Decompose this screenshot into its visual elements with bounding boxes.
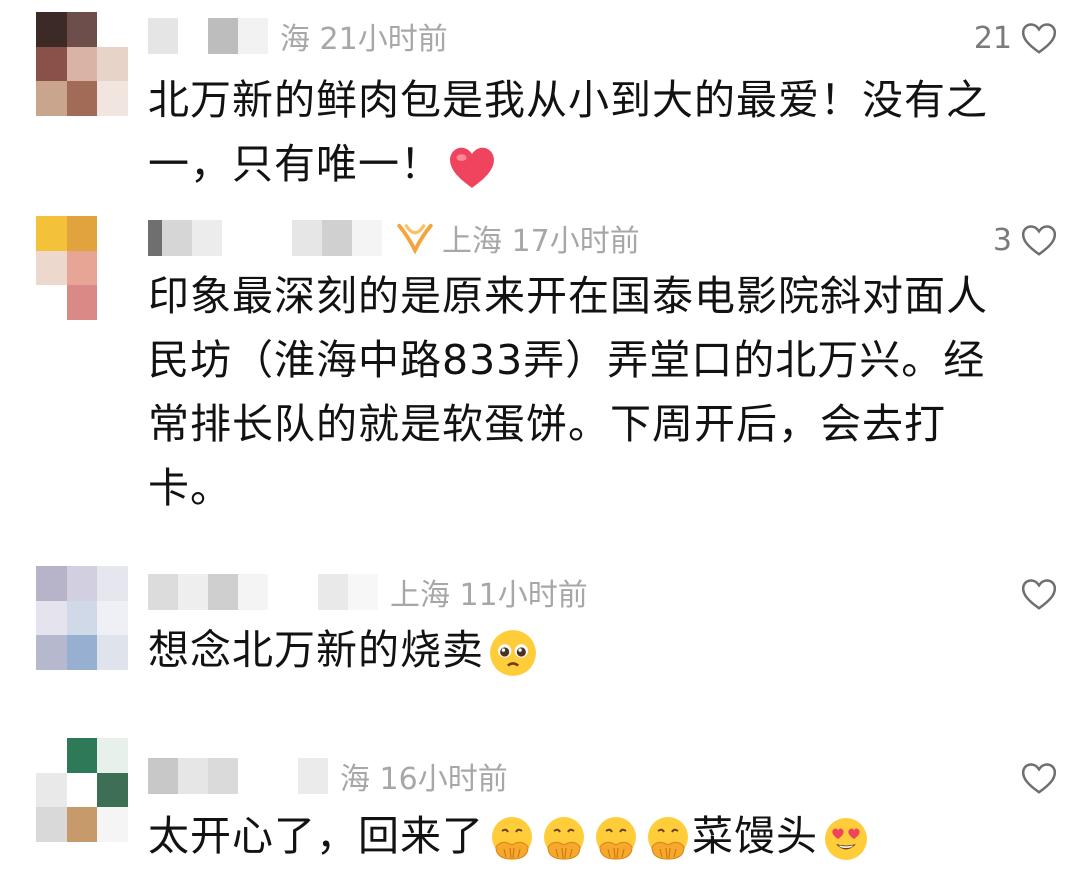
- comment-location-time: 海 16小时前: [340, 762, 508, 797]
- like-button[interactable]: [1012, 572, 1058, 616]
- comment-line-wrap: 一，只有唯一！: [148, 132, 1038, 196]
- comment-line: 印象最深刻的是原来开在国泰电影院斜对面人: [148, 272, 988, 320]
- red-heart-emoji-icon: [450, 147, 494, 188]
- comment-line-wrap: 想念北万新的烧卖: [148, 618, 1038, 682]
- username-mosaic[interactable]: [148, 758, 328, 794]
- heart-outline-icon[interactable]: [1020, 222, 1058, 258]
- comment-line: 卡。: [148, 464, 232, 512]
- comment-line: 一，只有唯一！: [148, 140, 442, 188]
- username-mosaic[interactable]: [148, 220, 382, 256]
- like-button[interactable]: 3: [993, 218, 1058, 262]
- username-mosaic[interactable]: [148, 574, 378, 610]
- comment-line: 常排长队的就是软蛋饼。下周开后，会去打: [148, 400, 946, 448]
- comment-line: 太开心了，回来了: [148, 812, 484, 860]
- hands-over-mouth-emoji-icon: [596, 817, 636, 860]
- hands-over-mouth-emoji-icon: [492, 817, 532, 860]
- avatar[interactable]: [36, 738, 128, 842]
- like-count: 3: [992, 222, 1012, 258]
- comment-text: 北万新的鲜肉包是我从小到大的最爱！没有之 一，只有唯一！: [148, 68, 1038, 196]
- heart-outline-icon[interactable]: [1020, 20, 1058, 56]
- avatar[interactable]: [36, 12, 128, 116]
- like-button[interactable]: 21: [974, 16, 1058, 60]
- comment-meta: 上海 11小时前: [148, 570, 588, 614]
- comment-line: 想念北万新的烧卖: [148, 626, 484, 674]
- heart-eyes-emoji-icon: [825, 818, 867, 860]
- comment-location-time: 上海 17小时前: [442, 224, 640, 259]
- like-button[interactable]: [1012, 756, 1058, 800]
- comment-meta: 海 16小时前: [148, 754, 508, 798]
- avatar[interactable]: [36, 216, 128, 320]
- comment-text: 太开心了，回来了 菜馒头: [148, 804, 1038, 868]
- username-mosaic[interactable]: [148, 18, 268, 54]
- comment-location-time: 上海 11小时前: [390, 578, 588, 613]
- heart-outline-icon[interactable]: [1020, 576, 1058, 612]
- hands-over-mouth-emoji-icon: [544, 817, 584, 860]
- like-count: 21: [973, 20, 1012, 56]
- heart-outline-icon[interactable]: [1020, 760, 1058, 796]
- avatar[interactable]: [36, 566, 128, 670]
- fan-badge-icon: [397, 223, 433, 255]
- comment-meta: 海 21小时前: [148, 14, 448, 58]
- comment-meta: 上海 17小时前: [148, 216, 640, 260]
- pleading-face-emoji-icon: [490, 630, 536, 676]
- comment-line: 菜馒头: [692, 812, 818, 860]
- comment-line: 北万新的鲜肉包是我从小到大的最爱！没有之: [148, 76, 988, 124]
- comment-text: 印象最深刻的是原来开在国泰电影院斜对面人 民坊（淮海中路833弄）弄堂口的北万兴…: [148, 264, 1038, 520]
- comment-line: 民坊（淮海中路833弄）弄堂口的北万兴。经: [148, 336, 986, 384]
- hands-over-mouth-emoji-icon: [648, 817, 688, 860]
- comment-location-time: 海 21小时前: [280, 22, 448, 57]
- comment-line-wrap: 太开心了，回来了 菜馒头: [148, 804, 1038, 868]
- comment-text: 想念北万新的烧卖: [148, 618, 1038, 682]
